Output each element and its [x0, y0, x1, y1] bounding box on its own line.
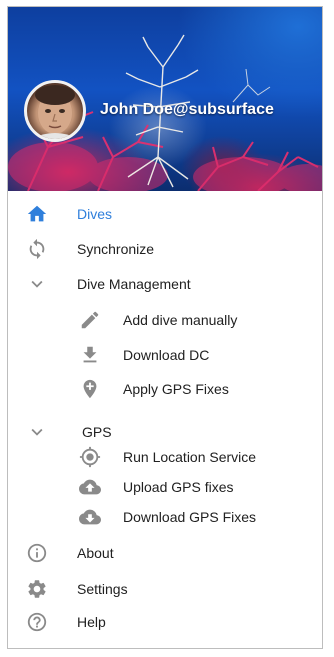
menu-item-add-dive-manually[interactable]: Add dive manually — [8, 304, 322, 336]
menu-item-dives[interactable]: Dives — [8, 198, 322, 230]
navigation-drawer: John Doe@subsurface Dives Synchronize Di… — [7, 6, 323, 649]
menu-item-about[interactable]: About — [8, 537, 322, 569]
pencil-icon — [79, 309, 101, 331]
menu-item-label: Synchronize — [77, 241, 155, 257]
cloud-upload-icon — [79, 476, 101, 498]
sync-icon — [26, 238, 48, 260]
menu-item-label: Add dive manually — [123, 312, 238, 328]
chevron-down-icon — [26, 273, 48, 295]
info-icon — [26, 542, 48, 564]
download-icon — [79, 344, 101, 366]
user-name: John Doe@subsurface — [100, 101, 274, 118]
menu-item-label: Dive Management — [77, 276, 191, 292]
menu-item-label: Help — [77, 614, 106, 630]
cloud-download-icon — [79, 506, 101, 528]
menu-item-settings[interactable]: Settings — [8, 573, 322, 605]
menu-item-label: Dives — [77, 206, 113, 222]
home-icon — [26, 203, 48, 225]
menu-item-label: Download GPS Fixes — [123, 509, 257, 525]
menu-item-help[interactable]: Help — [8, 606, 322, 638]
drawer-header: John Doe@subsurface — [8, 7, 322, 191]
chevron-down-icon — [26, 421, 48, 443]
menu-item-dive-management[interactable]: Dive Management — [8, 268, 322, 300]
gps-target-icon — [79, 446, 101, 468]
menu-item-label: Upload GPS fixes — [123, 479, 234, 495]
location-add-icon — [79, 378, 101, 400]
menu-item-label: About — [77, 545, 114, 561]
gear-icon — [26, 578, 48, 600]
menu-item-run-location-service[interactable]: Run Location Service — [8, 441, 322, 473]
menu-item-label: Run Location Service — [123, 449, 257, 465]
menu-item-label: Settings — [77, 581, 128, 597]
menu-item-synchronize[interactable]: Synchronize — [8, 233, 322, 265]
menu-item-label: Apply GPS Fixes — [123, 381, 229, 397]
menu-item-label: Download DC — [123, 347, 210, 363]
menu-item-upload-gps-fixes[interactable]: Upload GPS fixes — [8, 471, 322, 503]
menu-item-download-dc[interactable]: Download DC — [8, 339, 322, 371]
menu-item-download-gps-fixes[interactable]: Download GPS Fixes — [8, 501, 322, 533]
menu-item-apply-gps-fixes[interactable]: Apply GPS Fixes — [8, 373, 322, 405]
avatar[interactable] — [24, 80, 86, 142]
menu-item-label: GPS — [82, 424, 112, 440]
help-icon — [26, 611, 48, 633]
